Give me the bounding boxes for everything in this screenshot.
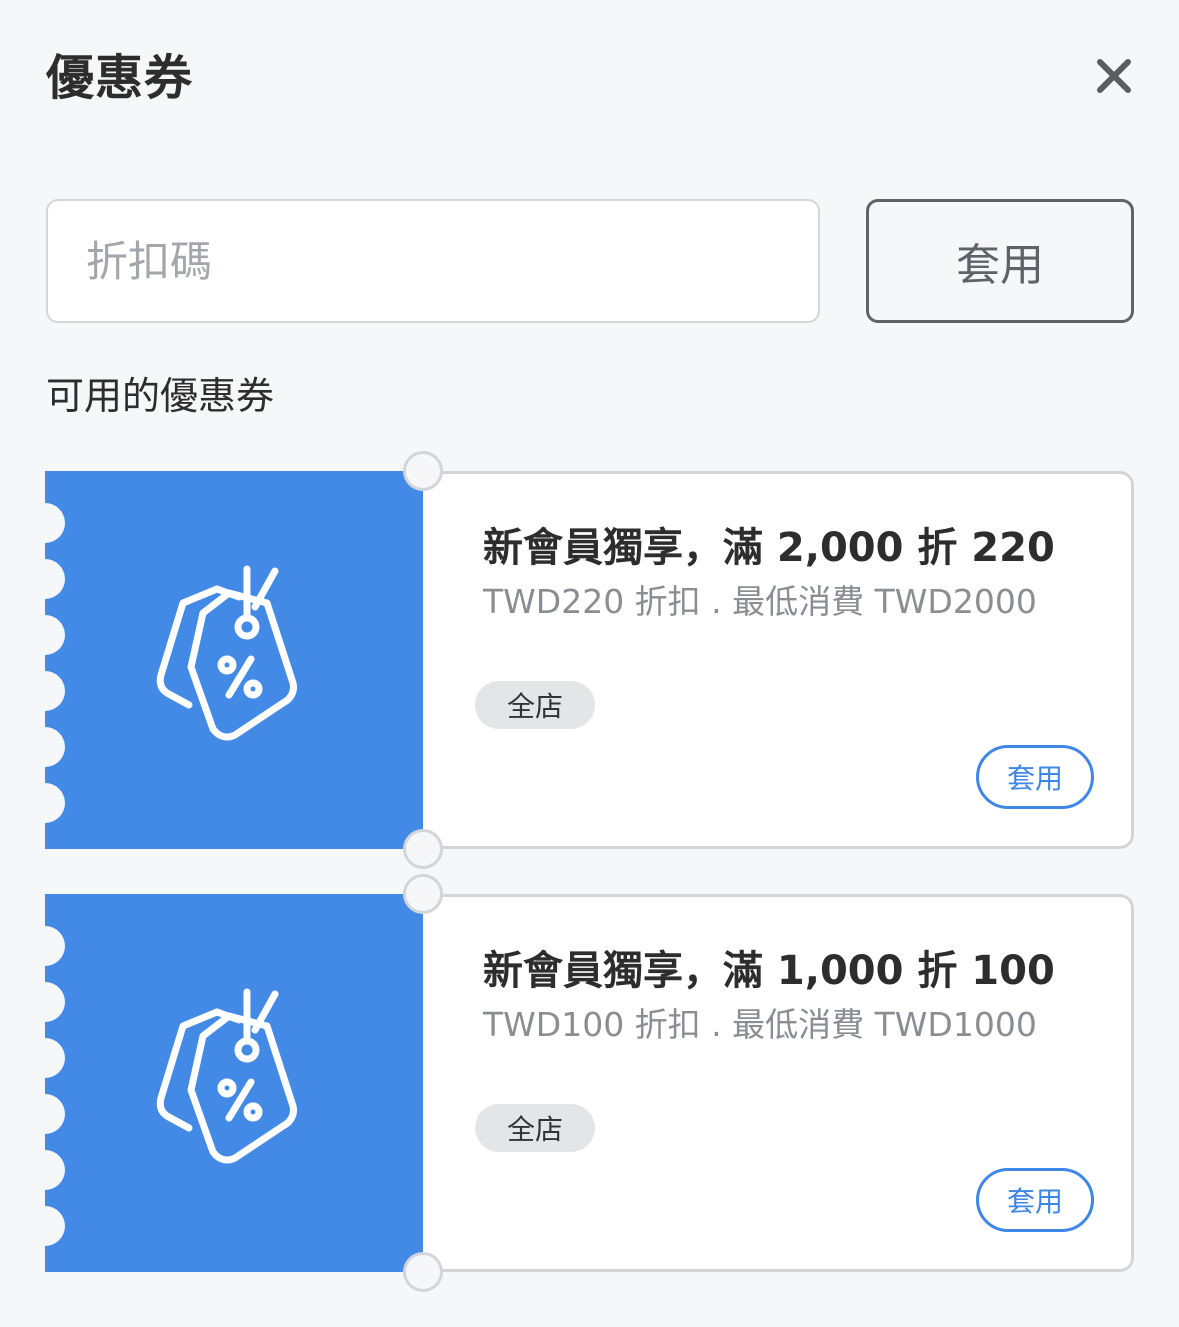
scallop-notch [25,926,65,966]
scallop-notch [25,503,65,543]
discount-code-input[interactable] [46,199,820,323]
close-button[interactable] [1092,54,1136,98]
coupon-scope-badge: 全店 [475,681,595,729]
coupon-title: 新會員獨享，滿 1,000 折 100 [483,948,1055,994]
coupon-scope-badge: 全店 [475,1104,595,1152]
scallop-notch [25,1150,65,1190]
apply-code-button[interactable]: 套用 [866,199,1134,323]
scallop-notch [25,671,65,711]
perforation-notch [403,829,443,869]
scallop-notch [25,982,65,1022]
available-coupons-heading: 可用的優惠券 [46,374,275,418]
perforation-notch [403,1252,443,1292]
scallop-notch [25,1038,65,1078]
apply-coupon-button[interactable]: 套用 [976,745,1094,809]
coupon-description: TWD220 折扣 . 最低消費 TWD2000 [483,582,1037,621]
perforation-notch [403,451,443,491]
close-icon [1097,59,1131,93]
scallop-notch [25,615,65,655]
coupon-title: 新會員獨享，滿 2,000 折 220 [483,525,1055,571]
scallop-notch [25,559,65,599]
coupon-description: TWD100 折扣 . 最低消費 TWD1000 [483,1005,1037,1044]
coupon-card: 新會員獨享，滿 1,000 折 100 TWD100 折扣 . 最低消費 TWD… [25,874,1134,1292]
discount-tag-icon [156,565,297,741]
coupon-dialog: 優惠券 套用 可用的優惠券 [0,0,1179,1327]
scallop-notch [25,783,65,823]
discount-tag-icon [156,988,297,1164]
apply-coupon-button[interactable]: 套用 [976,1168,1094,1232]
scallop-notch [25,727,65,767]
perforation-notch [403,874,443,914]
coupon-card: 新會員獨享，滿 2,000 折 220 TWD220 折扣 . 最低消費 TWD… [25,451,1134,869]
scallop-notch [25,1206,65,1246]
dialog-title: 優惠券 [46,50,194,106]
scallop-notch [25,1094,65,1134]
